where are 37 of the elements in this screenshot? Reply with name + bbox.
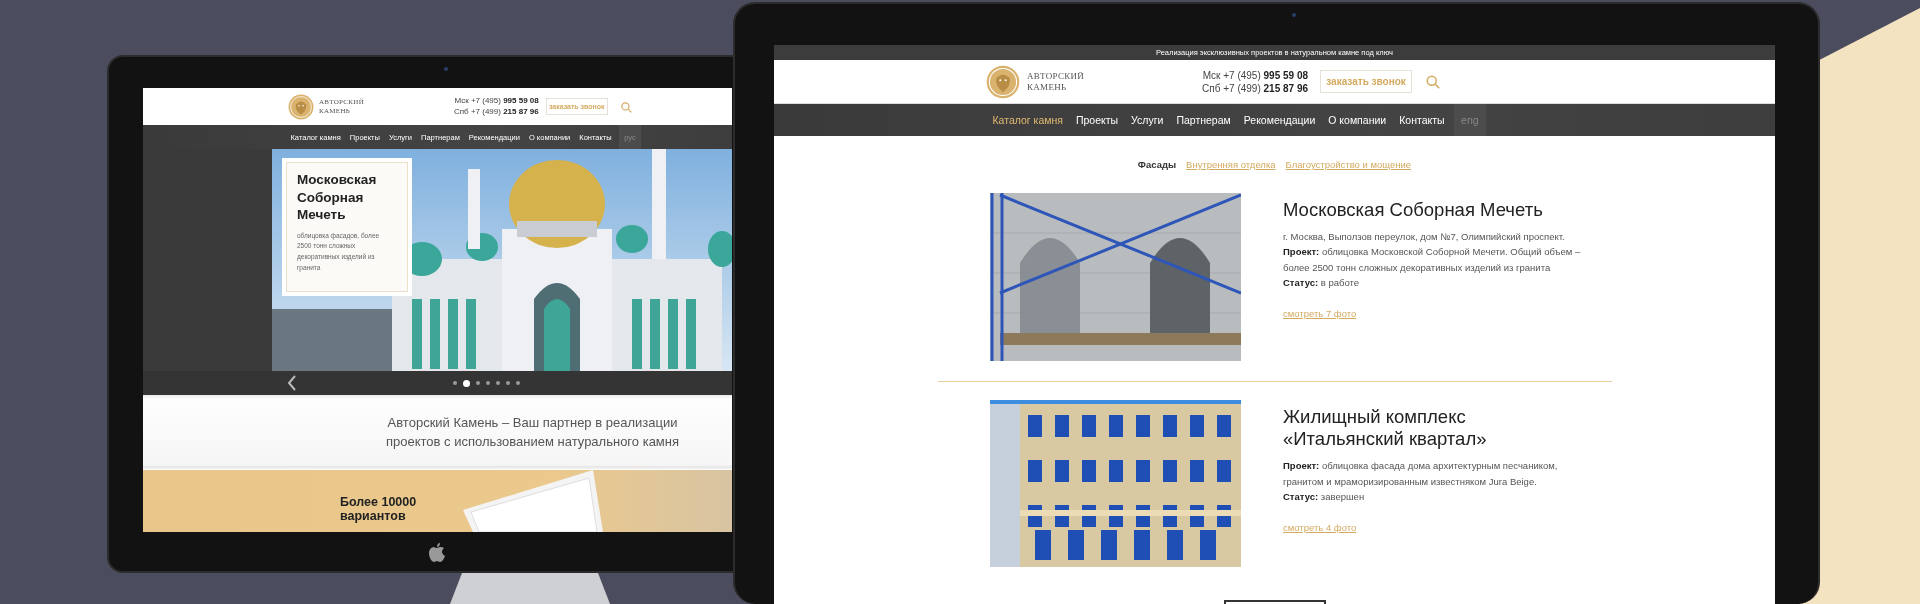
- nav-link[interactable]: Контакты: [1392, 104, 1452, 136]
- chevron-left-icon: [286, 374, 298, 392]
- phone-number: Спб +7 (499) 215 87 96: [454, 106, 539, 117]
- phone-number: Мск +7 (495) 995 59 08: [454, 96, 539, 107]
- phone-number: Спб +7 (499) 215 87 96: [1202, 81, 1309, 95]
- slider-dot[interactable]: [496, 381, 500, 385]
- slide-title: Московская Соборная Мечеть: [297, 171, 378, 224]
- phone-number: Мск +7 (495) 995 59 08: [1202, 68, 1309, 82]
- slider-dot[interactable]: [516, 381, 520, 385]
- category-tab[interactable]: Фасады: [1137, 157, 1177, 172]
- search-icon: [619, 100, 632, 113]
- camera-icon: [1292, 13, 1296, 17]
- project-address: г. Москва, Выползов переулок, дом №7, Олимпийский проспект.: [1283, 230, 1566, 245]
- slider-dot[interactable]: [463, 379, 470, 387]
- project-title: Жилищный комплекс «Итальянский квартал»: [1283, 406, 1488, 451]
- logo-text: КАМЕНЬ: [1027, 81, 1068, 92]
- promo-heading: Более 10000 вариантов: [340, 496, 418, 524]
- project-status: Статус: в работе: [1283, 275, 1361, 290]
- nav-link[interactable]: Проекты: [1069, 104, 1125, 136]
- project-description: Проект: облицовка фасада дома архитектурным песчаником, гранитом и мраморизированным известняком Jura Beige.: [1283, 459, 1559, 489]
- project-title: Московская Соборная Мечеть: [1283, 199, 1544, 222]
- camera-icon: [444, 67, 448, 71]
- lion-logo-icon: [986, 64, 1020, 99]
- slider-dot[interactable]: [486, 381, 490, 385]
- nav-link[interactable]: Каталог камня: [986, 104, 1070, 136]
- slider-dot[interactable]: [476, 381, 480, 385]
- nav-link[interactable]: Партнерам: [1169, 104, 1238, 136]
- project-status: Статус: завершен: [1283, 489, 1366, 504]
- nav-link[interactable]: Рекомендации: [1237, 104, 1322, 136]
- intro-text: Авторский Камень – Ваш партнер в реализации проектов с использованием натурального камня: [384, 414, 681, 451]
- logo-text: АВТОРСКИЙ: [1027, 71, 1085, 82]
- search-icon: [1425, 74, 1441, 89]
- slider-dot[interactable]: [453, 381, 457, 385]
- slider-dot[interactable]: [506, 381, 510, 385]
- nav-link[interactable]: О компании: [1321, 104, 1393, 136]
- lion-logo-icon: [288, 93, 314, 120]
- nav-link[interactable]: Услуги: [1124, 104, 1170, 136]
